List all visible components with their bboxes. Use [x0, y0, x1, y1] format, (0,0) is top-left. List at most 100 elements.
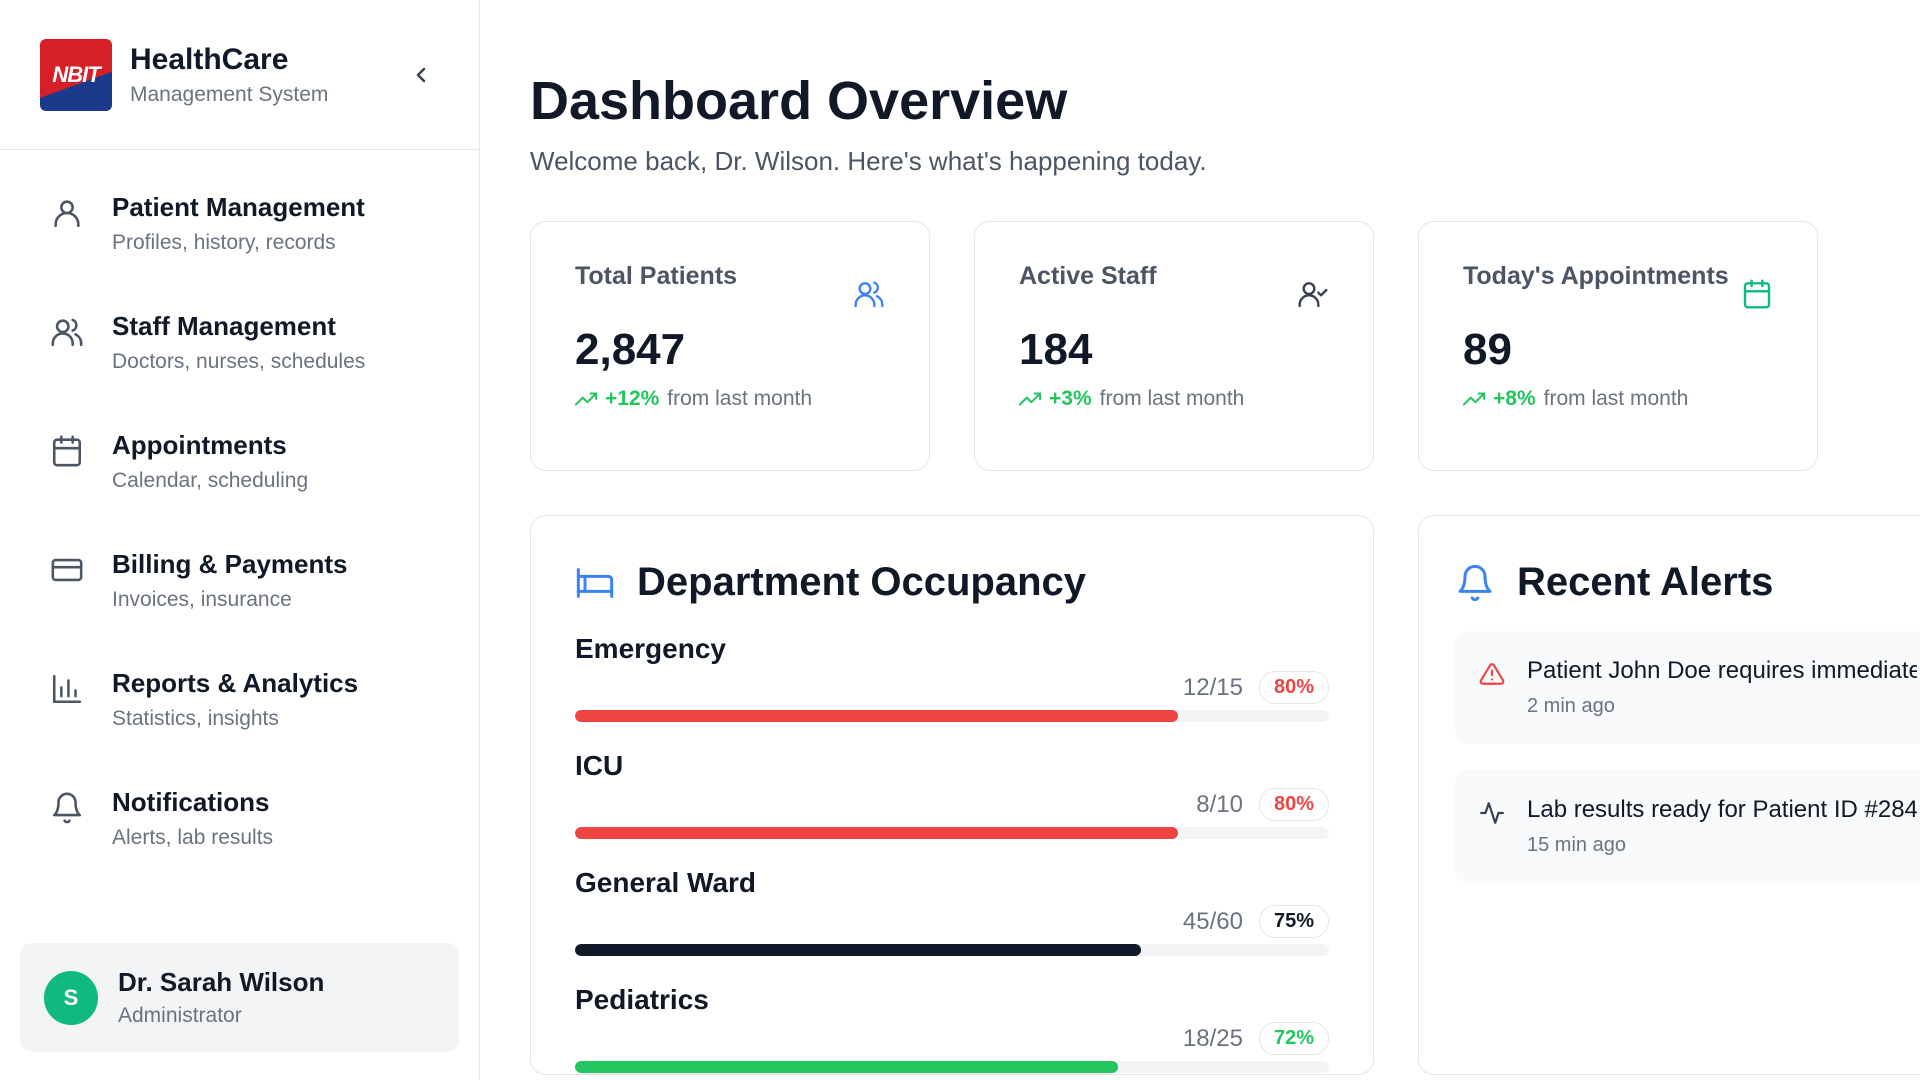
- users-icon: [50, 315, 84, 349]
- occupancy-bar-track: [575, 944, 1329, 956]
- bell-icon: [1455, 563, 1495, 603]
- sidebar-item-label: Notifications: [112, 787, 270, 817]
- sidebar-item-desc: Alerts, lab results: [112, 826, 274, 849]
- department-row: Pediatrics 18/25 72%: [575, 984, 1329, 1073]
- department-name: Emergency: [575, 633, 726, 664]
- stat-label: Today's Appointments: [1463, 262, 1729, 290]
- trend-percent: +12%: [605, 387, 660, 410]
- user-icon: [50, 196, 84, 230]
- sidebar-item-appointments[interactable]: Appointments Calendar, scheduling: [20, 408, 459, 515]
- logo: NBIT: [40, 38, 112, 111]
- page-title: Dashboard Overview: [530, 71, 1068, 131]
- user-name: Dr. Sarah Wilson: [118, 967, 325, 997]
- department-meta: 8/10 80%: [575, 788, 1329, 821]
- department-count: 8/10: [1196, 790, 1243, 818]
- trending-up-icon: [575, 392, 597, 406]
- sidebar-item-notifications[interactable]: Notifications Alerts, lab results: [20, 765, 459, 872]
- occupancy-badge: 75%: [1258, 905, 1329, 938]
- bell-icon: [50, 791, 84, 825]
- department-row: ICU 8/10 80%: [575, 750, 1329, 839]
- stat-card-active-staff: Active Staff 184 +3% from last month: [974, 221, 1374, 471]
- department-meta: 12/15 80%: [575, 671, 1329, 704]
- stat-value: 184: [1019, 325, 1093, 374]
- department-list: Emergency 12/15 80% ICU 8/10 80% General Ward 4…: [575, 633, 1329, 1073]
- department-count: 45/60: [1182, 907, 1243, 935]
- occupancy-badge: 80%: [1258, 788, 1329, 821]
- sidebar-item-label: Staff Management: [112, 311, 336, 341]
- sidebar-item-label: Appointments: [112, 430, 287, 460]
- users-icon: [853, 278, 885, 310]
- alert-triangle-icon: [1479, 661, 1505, 687]
- stat-value: 89: [1463, 325, 1512, 374]
- card-header: Department Occupancy: [575, 560, 1329, 605]
- card-title: Department Occupancy: [637, 560, 1087, 604]
- occupancy-bar-fill: [575, 944, 1141, 956]
- sidebar-item-billing[interactable]: Billing & Payments Invoices, insurance: [20, 527, 459, 634]
- department-meta: 18/25 72%: [575, 1022, 1329, 1055]
- sidebar-item-label: Reports & Analytics: [112, 668, 359, 698]
- stat-trend: +3% from last month: [1019, 387, 1329, 411]
- department-name: General Ward: [575, 867, 757, 898]
- page-subtitle: Welcome back, Dr. Wilson. Here's what's …: [530, 146, 1207, 176]
- lower-row: Department Occupancy Emergency 12/15 80% IC…: [530, 515, 1920, 1075]
- occupancy-bar-track: [575, 827, 1329, 839]
- occupancy-bar-track: [575, 710, 1329, 722]
- activity-icon: [1479, 800, 1505, 826]
- occupancy-bar-fill: [575, 827, 1179, 839]
- stat-trend: +12% from last month: [575, 387, 885, 411]
- occupancy-bar-fill: [575, 1061, 1118, 1073]
- user-profile[interactable]: S Dr. Sarah Wilson Administrator: [20, 943, 459, 1052]
- main-content: Dashboard Overview Welcome back, Dr. Wil…: [480, 0, 1920, 1080]
- recent-alerts-card: Recent Alerts Patient John Doe requires …: [1418, 515, 1920, 1075]
- sidebar-item-desc: Calendar, scheduling: [112, 469, 309, 492]
- sidebar: NBIT HealthCare Management System Patien…: [0, 0, 480, 1080]
- sidebar-item-patient-management[interactable]: Patient Management Profiles, history, re…: [20, 170, 459, 277]
- bed-icon: [575, 563, 615, 603]
- sidebar-item-staff-management[interactable]: Staff Management Doctors, nurses, schedu…: [20, 289, 459, 396]
- sidebar-item-reports[interactable]: Reports & Analytics Statistics, insights: [20, 646, 459, 753]
- trending-up-icon: [1019, 392, 1041, 406]
- sidebar-item-desc: Invoices, insurance: [112, 588, 292, 611]
- department-occupancy-card: Department Occupancy Emergency 12/15 80% IC…: [530, 515, 1374, 1075]
- occupancy-bar-fill: [575, 710, 1179, 722]
- avatar: S: [44, 970, 98, 1025]
- department-row: General Ward 45/60 75%: [575, 867, 1329, 956]
- department-name: Pediatrics: [575, 984, 709, 1015]
- brand-title: HealthCare: [130, 42, 289, 76]
- brand-subtitle: Management System: [130, 82, 329, 106]
- bar-chart-icon: [50, 672, 84, 706]
- sidebar-header: NBIT HealthCare Management System: [0, 0, 479, 150]
- occupancy-badge: 80%: [1258, 671, 1329, 704]
- chevron-left-icon: [416, 67, 426, 82]
- trend-percent: +8%: [1493, 387, 1536, 410]
- occupancy-bar-track: [575, 1061, 1329, 1073]
- stat-trend: +8% from last month: [1463, 387, 1773, 411]
- trend-text: from last month: [667, 387, 813, 410]
- department-count: 18/25: [1182, 1024, 1243, 1052]
- user-role: Administrator: [118, 1004, 242, 1027]
- trend-text: from last month: [1099, 387, 1245, 410]
- card-header: Recent Alerts: [1455, 560, 1920, 605]
- alert-time: 2 min ago: [1527, 695, 1615, 717]
- sidebar-item-label: Billing & Payments: [112, 549, 348, 579]
- collapse-sidebar-button[interactable]: [403, 57, 439, 93]
- brand: HealthCare Management System: [130, 43, 328, 107]
- trend-percent: +3%: [1049, 387, 1092, 410]
- calendar-icon: [50, 434, 84, 468]
- sidebar-item-desc: Profiles, history, records: [112, 231, 336, 254]
- calendar-icon: [1741, 278, 1773, 310]
- sidebar-item-label: Patient Management: [112, 192, 365, 222]
- user-check-icon: [1297, 278, 1329, 310]
- trending-up-icon: [1463, 392, 1485, 406]
- alert-item[interactable]: Lab results ready for Patient ID #2847 1…: [1455, 770, 1920, 883]
- department-meta: 45/60 75%: [575, 905, 1329, 938]
- alert-item[interactable]: Patient John Doe requires immediate atte…: [1455, 631, 1920, 744]
- stats-row: Total Patients 2,847 +12% from last mont…: [530, 221, 1880, 471]
- app: NBIT HealthCare Management System Patien…: [0, 0, 1920, 1080]
- stat-card-todays-appointments: Today's Appointments 89 +8% from last mo…: [1418, 221, 1818, 471]
- stat-label: Active Staff: [1019, 262, 1157, 290]
- alert-text: Patient John Doe requires immediate atte…: [1527, 657, 1917, 684]
- stat-label: Total Patients: [575, 262, 738, 290]
- department-name: ICU: [575, 750, 624, 781]
- stat-value: 2,847: [575, 325, 686, 374]
